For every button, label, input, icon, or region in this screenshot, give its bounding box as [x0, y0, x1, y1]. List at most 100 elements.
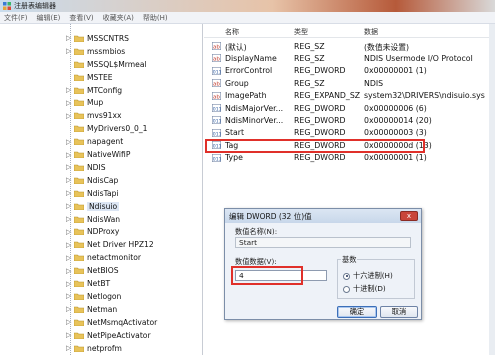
expand-arrow-icon[interactable]: ▷ [66, 86, 72, 94]
menu-file[interactable]: 文件(F) [4, 13, 28, 23]
tree-item[interactable]: ▷ netprofm [0, 343, 202, 354]
tree-item[interactable]: ▷ NdisCap [0, 175, 202, 186]
vertical-scrollbar[interactable] [489, 24, 495, 355]
tree-item[interactable]: MSSQL$Mrmeal [0, 59, 202, 70]
tree-item[interactable]: ▷ NdisWan [0, 214, 202, 225]
expand-arrow-icon[interactable]: ▷ [66, 202, 72, 210]
start-row-highlight [205, 139, 425, 153]
folder-icon [73, 74, 85, 81]
window-title: 注册表编辑器 [14, 2, 56, 10]
menu-edit[interactable]: 编辑(E) [37, 13, 61, 23]
tree-item[interactable]: ▷ Mup [0, 98, 202, 109]
tree-item[interactable]: ▷ Netlogon [0, 291, 202, 302]
tree-item[interactable]: ▷ netactmonitor [0, 252, 202, 263]
radio-hex-dot[interactable] [343, 272, 350, 280]
menu-view[interactable]: 查看(V) [69, 13, 93, 23]
radio-hex-label: 十六进制(H) [353, 271, 393, 280]
expand-arrow-icon[interactable]: ▷ [66, 292, 72, 300]
expand-arrow-icon[interactable]: ▷ [66, 176, 72, 184]
value-row[interactable]: 011 Type REG_DWORD 0x00000001 (1) [204, 152, 495, 164]
tree-item-label: Net Driver HPZ12 [87, 240, 154, 250]
radio-dec[interactable]: 十进制(D) [343, 284, 386, 294]
value-name: NdisMinorVer... [225, 115, 284, 125]
value-row[interactable]: ab Group REG_SZ NDIS [204, 77, 495, 89]
tree-item[interactable]: ▷ NetMsmqActivator [0, 317, 202, 328]
tree-item[interactable]: MSTEE [0, 72, 202, 83]
tree-item-label: Mup [87, 98, 104, 108]
tree-item[interactable]: ▷ NativeWifiP [0, 149, 202, 160]
dialog-close-button[interactable]: x [400, 211, 418, 221]
binary-value-icon: 011 [212, 104, 222, 112]
expand-arrow-icon[interactable]: ▷ [66, 47, 72, 55]
value-row[interactable]: 011 NdisMinorVer... REG_DWORD 0x00000014 (2… [204, 114, 495, 126]
value-type: REG_DWORD [294, 128, 346, 138]
value-name: DisplayName [225, 53, 277, 63]
value-row[interactable]: ab ImagePath REG_EXPAND_SZ system32\DRIVERS… [204, 90, 495, 102]
menu-help[interactable]: 帮助(H) [143, 13, 168, 23]
radio-dec-dot[interactable] [343, 285, 350, 293]
radio-dec-label: 十进制(D) [353, 284, 386, 293]
tree-item-label: MSSQL$Mrmeal [87, 59, 147, 69]
dialog-title: 编辑 DWORD (32 位)值 [229, 211, 312, 221]
expand-arrow-icon[interactable]: ▷ [66, 267, 72, 275]
tree-item[interactable]: ▷ MSSCNTRS [0, 33, 202, 44]
value-row[interactable]: ab DisplayName REG_SZ NDIS Usermode I/O Pro… [204, 52, 495, 64]
binary-value-icon: 011 [212, 66, 222, 75]
expand-arrow-icon[interactable]: ▷ [66, 138, 72, 146]
expand-arrow-icon[interactable]: ▷ [66, 305, 72, 313]
folder-icon [73, 48, 85, 56]
ok-button[interactable]: 确定 [337, 306, 377, 318]
menu-favorites[interactable]: 收藏夹(A) [103, 13, 134, 23]
expand-arrow-icon[interactable]: ▷ [66, 241, 72, 249]
tree-item-label: netprofm [87, 343, 122, 353]
folder-icon [73, 151, 85, 159]
tree-item[interactable]: ▷ Ndisuio [0, 201, 202, 212]
value-type: REG_DWORD [294, 115, 346, 125]
tree-item[interactable]: ▷ NdisTapi [0, 188, 202, 199]
value-row[interactable]: 011 Start REG_DWORD 0x00000003 (3) [204, 127, 495, 139]
folder-icon [73, 345, 85, 352]
expand-arrow-icon[interactable]: ▷ [66, 344, 72, 352]
value-name: ErrorControl [225, 66, 273, 76]
tree-item[interactable]: MyDrivers0_0_1 [0, 123, 202, 134]
tree-item[interactable]: ▷ NetBT [0, 278, 202, 289]
tree-item[interactable]: ▷ mvs91xx [0, 110, 202, 121]
tree-item[interactable]: ▷ NDProxy [0, 227, 202, 238]
tree-item[interactable]: ▷ NDIS [0, 162, 202, 173]
expand-arrow-icon[interactable]: ▷ [66, 112, 72, 120]
expand-arrow-icon[interactable]: ▷ [66, 163, 72, 171]
expand-arrow-icon[interactable]: ▷ [66, 189, 72, 197]
expand-arrow-icon[interactable]: ▷ [66, 228, 72, 236]
expand-arrow-icon[interactable]: ▷ [66, 99, 72, 107]
tree-item-label: MTConfig [87, 85, 123, 95]
column-header-type[interactable]: 类型 [294, 27, 308, 37]
tree-item-label: Netman [87, 304, 118, 314]
svg-text:ab: ab [213, 44, 220, 50]
column-header-data[interactable]: 数据 [364, 27, 378, 37]
value-row[interactable]: 011 NdisMajorVer... REG_DWORD 0x00000006 (6… [204, 102, 495, 114]
value-name: ImagePath [225, 91, 267, 101]
folder-icon [73, 254, 85, 262]
tree-item[interactable]: ▷ MTConfig [0, 85, 202, 96]
expand-arrow-icon[interactable]: ▷ [66, 151, 72, 159]
value-row[interactable]: 011 ErrorControl REG_DWORD 0x00000001 (1) [204, 65, 495, 77]
tree-item[interactable]: ▷ NetBIOS [0, 265, 202, 276]
value-row[interactable]: ab (默认) REG_SZ (数值未设置) [204, 40, 495, 52]
expand-arrow-icon[interactable]: ▷ [66, 34, 72, 42]
expand-arrow-icon[interactable]: ▷ [66, 215, 72, 223]
radio-hex[interactable]: 十六进制(H) [343, 271, 393, 281]
expand-arrow-icon[interactable]: ▷ [66, 318, 72, 326]
tree-item[interactable]: ▷ napagent [0, 136, 202, 147]
registry-tree[interactable]: ▷ MSSCNTRS ▷ mssmbios MSSQL$Mrmeal MSTEE ▷ MTCo… [0, 24, 203, 355]
tree-item[interactable]: ▷ NetPipeActivator [0, 330, 202, 341]
cancel-button[interactable]: 取消 [380, 306, 418, 318]
tree-item[interactable]: ▷ mssmbios [0, 46, 202, 57]
expand-arrow-icon[interactable]: ▷ [66, 280, 72, 288]
expand-arrow-icon[interactable]: ▷ [66, 331, 72, 339]
expand-arrow-icon[interactable]: ▷ [66, 254, 72, 262]
folder-icon [73, 293, 85, 301]
tree-item[interactable]: ▷ Netman [0, 304, 202, 315]
value-data: NDIS [364, 78, 384, 88]
tree-item[interactable]: ▷ Net Driver HPZ12 [0, 239, 202, 250]
column-header-name[interactable]: 名称 [225, 27, 239, 37]
